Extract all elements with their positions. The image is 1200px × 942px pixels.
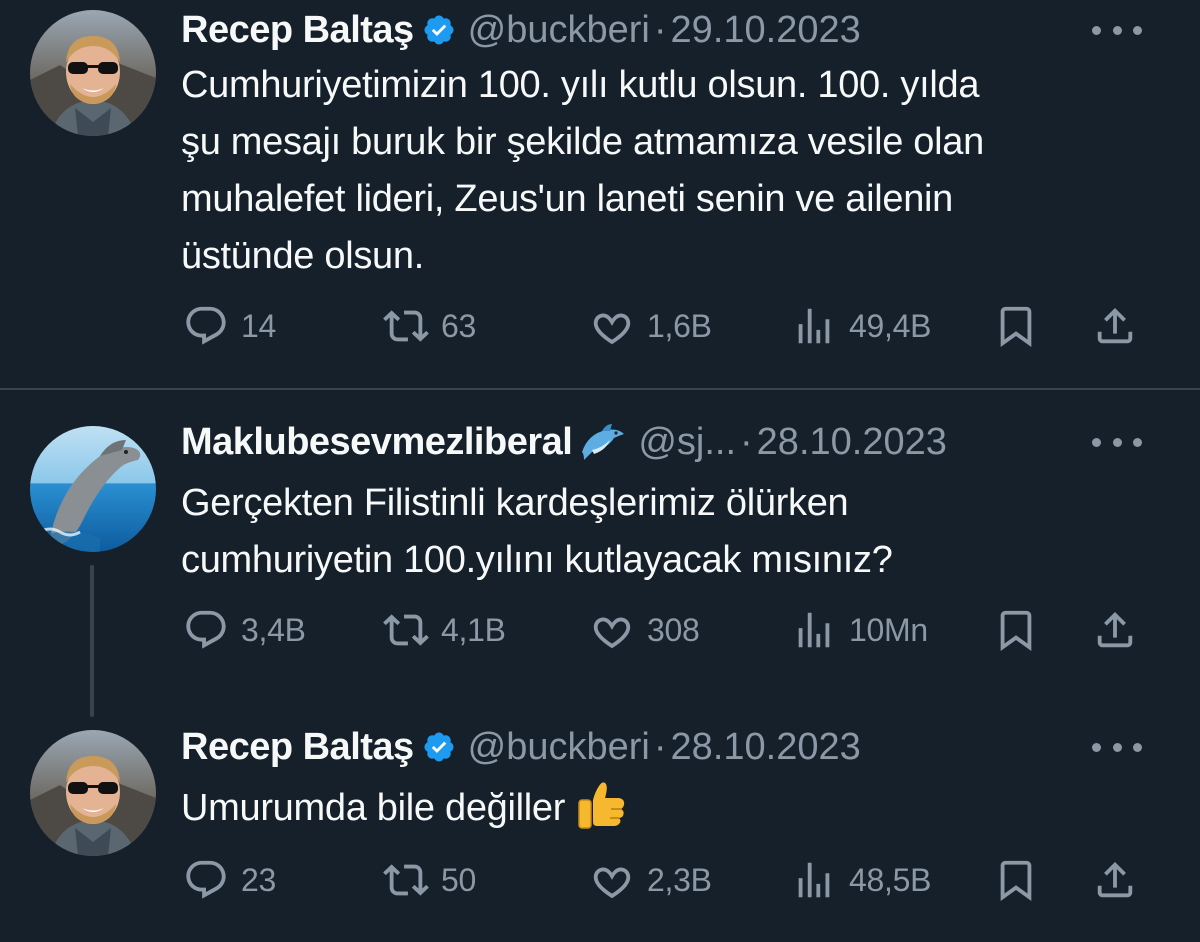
separator-dot: · [653,8,667,51]
heart-icon [593,313,631,345]
retweet-button[interactable]: 50 [383,850,476,910]
heart-icon [593,867,631,899]
retweet-count: 50 [441,861,476,898]
reply-icon [186,860,226,899]
tweet-text-line: Cumhuriyetimizin 100. yılı kutlu olsun. … [181,64,980,106]
tweet-text-line: cumhuriyetin 100.yılını kutlayacak mısın… [181,539,893,581]
separator-dot: · [653,725,667,768]
retweet-button[interactable]: 63 [383,296,476,356]
author-name[interactable]: Recep Baltaş [181,9,414,52]
views-count: 48,5B [849,861,932,898]
profile-photo-man-sunglasses-icon [30,730,156,856]
views-button[interactable]: 49,4B [791,296,931,356]
retweet-count: 4,1B [441,611,506,648]
tweet-text: Cumhuriyetimizin 100. yılı kutlu olsun. … [181,57,1141,285]
reply-button[interactable]: 3,4B [183,600,306,660]
reply-count: 14 [241,307,276,344]
like-button[interactable]: 1,6B [589,296,712,356]
bookmark-icon [1000,306,1032,347]
tweet-2[interactable]: Maklubesevmezliberal @sj... · 28.10.2023… [0,390,1200,700]
tweet-header: Recep Baltaş @buckberi · 28.10.2023 [181,717,1200,777]
tweet-text-content: Umurumda bile değiller [181,787,566,829]
tweet-text: Gerçekten Filistinli kardeşlerimiz ölürk… [181,475,1141,589]
reply-button[interactable]: 23 [183,850,276,910]
author-name[interactable]: Recep Baltaş [181,726,414,769]
tweet-text-line: şu mesajı buruk bir şekilde atmamıza ves… [181,121,984,163]
retweet-button[interactable]: 4,1B [383,600,506,660]
thumbs-up-emoji-icon [578,782,625,829]
tweet-text: Umurumda bile değiller [181,778,1141,837]
tweet-1[interactable]: Recep Baltaş @buckberi · 29.10.2023 Cumh… [0,0,1200,388]
reply-count: 23 [241,861,276,898]
separator-dot: · [740,420,753,463]
tweet-actions: 14 63 1,6B 49,4B [0,296,1200,356]
views-button[interactable]: 10Mn [791,600,928,660]
tweet-header: Maklubesevmezliberal @sj... · 28.10.2023 [181,412,1200,472]
reply-button[interactable]: 14 [183,296,276,356]
more-options-icon[interactable] [1092,727,1142,767]
views-chart-icon [798,308,830,344]
tweet-date[interactable]: 28.10.2023 [671,726,861,769]
tweet-date[interactable]: 29.10.2023 [671,9,861,52]
tweet-text-line: üstünde olsun. [181,235,424,277]
views-chart-icon [798,862,830,898]
more-options-icon[interactable] [1092,10,1142,50]
reply-icon [186,610,226,649]
retweet-icon [383,614,429,646]
share-button[interactable] [1092,600,1138,660]
tweet-text-line: Umurumda bile değiller [181,778,1141,837]
share-icon [1097,307,1133,344]
bookmark-icon [1000,610,1032,651]
tweet-text-line: Gerçekten Filistinli kardeşlerimiz ölürk… [181,482,849,524]
author-handle[interactable]: @buckberi [468,726,650,769]
author-name[interactable]: Maklubesevmezliberal [181,421,573,464]
verified-badge-icon [424,15,454,45]
profile-photo-man-sunglasses-icon [30,10,156,136]
views-chart-icon [798,612,830,648]
tweet-3[interactable]: Recep Baltaş @buckberi · 28.10.2023 Umur… [0,700,1200,942]
like-button[interactable]: 2,3B [589,850,712,910]
views-count: 10Mn [849,611,928,648]
tweet-text-line: muhalefet lideri, Zeus'un laneti senin v… [181,178,954,220]
tweet-header: Recep Baltaş @buckberi · 29.10.2023 [181,0,1200,60]
share-button[interactable] [1092,850,1138,910]
bookmark-button[interactable] [993,850,1039,910]
tweet-actions: 23 50 2,3B 48,5B [0,850,1200,910]
reply-icon [186,306,226,345]
avatar-recep[interactable] [30,10,156,136]
verified-badge-icon [424,732,454,762]
avatar-maklube[interactable] [30,426,156,552]
author-handle[interactable]: @sj... [638,421,736,464]
bookmark-button[interactable] [993,296,1039,356]
profile-photo-dolphin-icon [30,426,156,552]
bookmark-button[interactable] [993,600,1039,660]
more-options-icon[interactable] [1092,422,1142,462]
dolphin-emoji-icon [582,424,625,460]
like-count: 1,6B [647,307,712,344]
author-handle[interactable]: @buckberi [468,9,650,52]
share-button[interactable] [1092,296,1138,356]
avatar-recep[interactable] [30,730,156,856]
like-count: 308 [647,611,700,648]
views-button[interactable]: 48,5B [791,850,931,910]
tweet-date[interactable]: 28.10.2023 [757,421,947,464]
like-button[interactable]: 308 [589,600,700,660]
thread-connector-line [90,565,94,717]
tweet-thread: Recep Baltaş @buckberi · 29.10.2023 Cumh… [0,0,1200,942]
bookmark-icon [1000,860,1032,901]
views-count: 49,4B [849,307,932,344]
reply-count: 3,4B [241,611,306,648]
like-count: 2,3B [647,861,712,898]
retweet-count: 63 [441,307,476,344]
retweet-icon [383,310,429,342]
share-icon [1097,861,1133,898]
heart-icon [593,617,631,649]
share-icon [1097,611,1133,648]
tweet-actions: 3,4B 4,1B 308 10Mn [0,600,1200,660]
retweet-icon [383,864,429,896]
